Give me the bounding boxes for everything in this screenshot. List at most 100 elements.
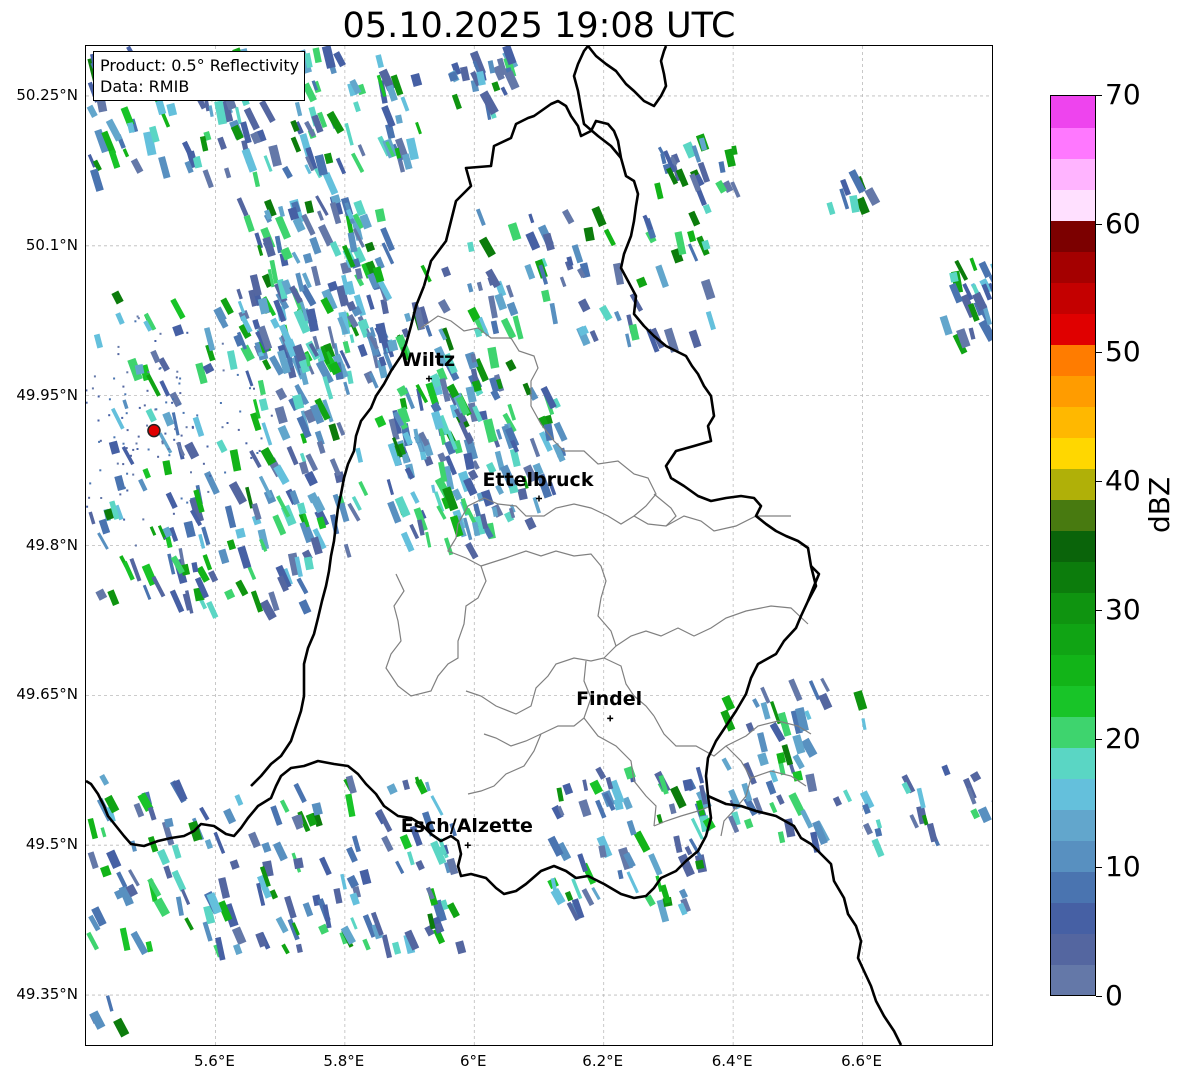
echo-cell [687, 230, 697, 243]
echo-cell [100, 827, 107, 838]
echo-cell [165, 401, 168, 404]
echo-cell [143, 404, 146, 407]
echo-cell [788, 678, 803, 702]
echo-cell [410, 72, 423, 87]
lon-tick-label: 6.6°E [841, 1052, 882, 1070]
echo-cell [357, 144, 366, 157]
echo-cell [626, 871, 639, 894]
echo-cell [93, 375, 96, 378]
echo-cell [179, 377, 182, 380]
echo-cell [191, 562, 199, 573]
echo-cell [309, 236, 322, 255]
echo-cell [122, 442, 125, 445]
echo-cell [437, 298, 451, 314]
colorbar-tick [1096, 609, 1102, 611]
echo-cell [494, 293, 508, 311]
echo-cell [239, 410, 242, 413]
colorbar-tick-label: 0 [1105, 979, 1123, 1012]
info-box: Product: 0.5° Reflectivity Data: RMIB [93, 51, 306, 101]
echo-cell [186, 331, 189, 334]
echo-cell [654, 182, 664, 200]
echo-cell [441, 266, 452, 278]
echo-cell [154, 340, 157, 342]
echo-cell [147, 371, 150, 374]
echo-cell [97, 532, 109, 550]
echo-cell [969, 257, 978, 272]
echo-cell [202, 462, 205, 465]
echo-cell [218, 548, 230, 565]
echo-cell [595, 766, 607, 780]
colorbar-segment [1051, 282, 1095, 314]
echo-cell [583, 226, 595, 242]
echo-cell [270, 805, 283, 826]
echo-cell [968, 327, 976, 340]
echo-cell [978, 261, 992, 279]
echo-cell [108, 414, 111, 417]
colorbar-tick-label: 20 [1105, 721, 1141, 755]
echo-cell [199, 806, 210, 821]
echo-cell [381, 105, 396, 128]
echo-cell [395, 114, 403, 125]
echo-cell [108, 149, 121, 169]
echo-cell [294, 101, 303, 117]
echo-cell [490, 320, 500, 335]
echo-cell [284, 895, 297, 919]
echo-cell [317, 210, 324, 221]
echo-cell [296, 577, 309, 595]
luxembourg-border [707, 794, 903, 1045]
echo-cell [400, 531, 415, 553]
colorbar-segment [1051, 840, 1095, 872]
echo-cell [202, 169, 214, 189]
colorbar-segment [1051, 716, 1095, 748]
echo-cell [204, 839, 213, 850]
echo-cell [871, 838, 885, 858]
echo-cell [342, 340, 351, 354]
echo-cell [132, 448, 135, 451]
echo-cell [257, 379, 266, 396]
echo-cell [322, 171, 339, 196]
echo-cell [142, 518, 145, 521]
echo-cell [113, 1017, 130, 1038]
echo-cell [409, 523, 420, 540]
echo-cell [98, 440, 101, 443]
echo-cell [939, 315, 953, 336]
echo-cell [402, 779, 410, 791]
echo-cell [628, 323, 640, 341]
echo-cell [500, 86, 508, 96]
echo-cell [262, 358, 272, 371]
echo-cell [595, 799, 607, 819]
echo-cell [392, 941, 402, 955]
echo-cell [223, 808, 237, 825]
echo-cell [86, 401, 88, 404]
echo-cell [166, 102, 178, 117]
echo-cell [222, 369, 225, 372]
echo-cell [603, 228, 616, 247]
echo-cell [122, 399, 129, 410]
echo-cell [204, 327, 216, 352]
echo-cell [578, 799, 592, 818]
echo-cell [688, 329, 702, 349]
echo-cell [186, 501, 189, 504]
echo-cell [272, 841, 288, 862]
lat-tick-label: 50.1°N [25, 235, 78, 254]
city-label: Wiltz [400, 348, 456, 371]
colorbar-tick-label: 50 [1105, 335, 1141, 369]
echo-cell [224, 167, 232, 179]
echo-cell [150, 349, 161, 364]
echo-cell [459, 66, 470, 82]
echo-cell [164, 537, 166, 540]
echo-cell [98, 518, 111, 535]
echo-cell [324, 152, 334, 165]
echo-cell [178, 403, 181, 406]
echo-cell [221, 342, 224, 345]
colorbar [1050, 95, 1096, 996]
echo-cell [132, 473, 135, 476]
colorbar-tick [1096, 352, 1102, 354]
colorbar-tick [1096, 223, 1102, 225]
echo-cell [848, 169, 866, 194]
echo-cell [130, 840, 137, 852]
echo-cell [179, 392, 182, 395]
echo-cell [146, 389, 149, 392]
echo-cell [792, 754, 805, 770]
colorbar-segment [1051, 623, 1095, 655]
